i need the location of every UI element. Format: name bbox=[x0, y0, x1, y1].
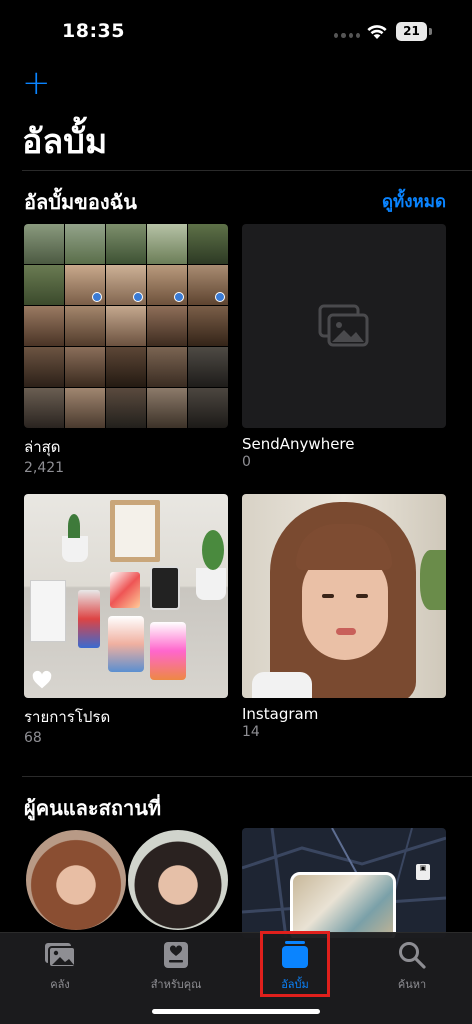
album-count: 14 bbox=[242, 724, 260, 740]
selection-highlight bbox=[260, 931, 330, 997]
tab-library[interactable]: คลัง bbox=[10, 939, 110, 993]
album-count: 2,421 bbox=[24, 460, 65, 476]
album-count: 0 bbox=[242, 454, 251, 470]
album-recents[interactable]: ล่าสุด 2,421 bbox=[24, 224, 228, 476]
album-thumbnail bbox=[242, 224, 446, 428]
album-thumbnail bbox=[24, 224, 228, 428]
album-name: Instagram bbox=[242, 705, 319, 723]
wifi-icon bbox=[367, 25, 387, 39]
heart-icon bbox=[32, 670, 52, 689]
search-icon bbox=[399, 942, 426, 969]
add-album-button[interactable]: + bbox=[22, 66, 51, 100]
album-name: ล่าสุด bbox=[24, 438, 61, 456]
album-name: รายการโปรด bbox=[24, 708, 111, 726]
tab-for-you[interactable]: สำหรับคุณ bbox=[126, 939, 226, 993]
album-count: 68 bbox=[24, 730, 42, 746]
person-thumbnail bbox=[24, 828, 128, 932]
divider bbox=[22, 170, 472, 171]
photo-library-icon bbox=[45, 943, 76, 968]
page-title: อัลบั้ม bbox=[22, 122, 108, 162]
home-indicator[interactable] bbox=[152, 1009, 320, 1014]
cellular-signal-icon bbox=[334, 33, 360, 39]
photo-placeholder-icon bbox=[318, 304, 369, 347]
divider bbox=[22, 776, 472, 777]
album-thumbnail bbox=[24, 494, 228, 698]
photos-albums-screen: 18:35 21 + อัลบั้ม อัลบั้มของฉัน ดูทั้งห… bbox=[0, 0, 472, 1024]
people-album[interactable] bbox=[24, 828, 230, 932]
places-album[interactable]: ▣ bbox=[242, 828, 446, 938]
status-bar: 18:35 21 bbox=[0, 0, 472, 64]
status-time: 18:35 bbox=[62, 20, 125, 42]
tab-label: สำหรับคุณ bbox=[150, 978, 202, 991]
for-you-icon bbox=[164, 942, 188, 968]
tab-label: ค้นหา bbox=[397, 978, 427, 991]
person-thumbnail bbox=[126, 828, 230, 932]
battery-icon: 21 bbox=[396, 22, 432, 41]
battery-level: 21 bbox=[396, 22, 427, 41]
my-albums-heading: อัลบั้มของฉัน bbox=[24, 190, 137, 214]
tab-label: คลัง bbox=[50, 978, 70, 991]
people-places-heading: ผู้คนและสถานที่ bbox=[24, 796, 162, 820]
album-sendanywhere[interactable]: SendAnywhere 0 bbox=[242, 224, 446, 470]
album-name: SendAnywhere bbox=[242, 435, 355, 453]
album-favorites[interactable]: รายการโปรด 68 bbox=[24, 494, 228, 746]
see-all-button[interactable]: ดูทั้งหมด bbox=[382, 188, 446, 215]
album-instagram[interactable]: Instagram 14 bbox=[242, 494, 446, 740]
tab-search[interactable]: ค้นหา bbox=[362, 939, 462, 993]
album-thumbnail bbox=[242, 494, 446, 698]
